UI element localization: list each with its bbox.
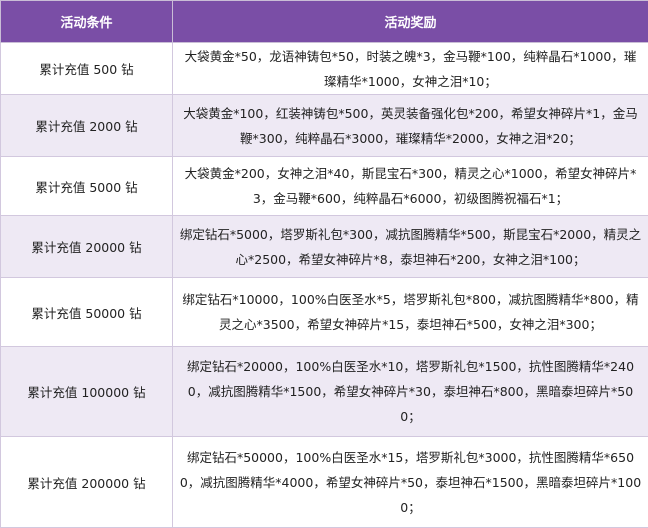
reward-cell: 绑定钻石*5000，塔罗斯礼包*300，减抗图腾精华*500，斯昆宝石*2000…: [173, 216, 648, 278]
table-row: 累计充值 200000 钻 绑定钻石*50000，100%白医圣水*15，塔罗斯…: [1, 437, 648, 528]
header-condition: 活动条件: [1, 1, 173, 43]
table-row: 累计充值 5000 钻 大袋黄金*200，女神之泪*40，斯昆宝石*300，精灵…: [1, 157, 648, 216]
reward-cell: 大袋黄金*200，女神之泪*40，斯昆宝石*300，精灵之心*1000，希望女神…: [173, 157, 648, 216]
condition-cell: 累计充值 200000 钻: [1, 437, 173, 528]
table-row: 累计充值 2000 钻 大袋黄金*100，红装神铸包*500，英灵装备强化包*2…: [1, 95, 648, 157]
condition-cell: 累计充值 50000 钻: [1, 278, 173, 347]
reward-table: 活动条件 活动奖励 累计充值 500 钻 大袋黄金*50，龙语神铸包*50，时装…: [0, 0, 648, 528]
condition-cell: 累计充值 100000 钻: [1, 347, 173, 437]
table-row: 累计充值 20000 钻 绑定钻石*5000，塔罗斯礼包*300，减抗图腾精华*…: [1, 216, 648, 278]
table-row: 累计充值 100000 钻 绑定钻石*20000，100%白医圣水*10，塔罗斯…: [1, 347, 648, 437]
table-row: 累计充值 500 钻 大袋黄金*50，龙语神铸包*50，时装之魄*3，金马鞭*1…: [1, 43, 648, 95]
condition-cell: 累计充值 20000 钻: [1, 216, 173, 278]
table-header-row: 活动条件 活动奖励: [1, 1, 648, 43]
condition-cell: 累计充值 2000 钻: [1, 95, 173, 157]
header-reward: 活动奖励: [173, 1, 648, 43]
condition-cell: 累计充值 500 钻: [1, 43, 173, 95]
table-row: 累计充值 50000 钻 绑定钻石*10000，100%白医圣水*5，塔罗斯礼包…: [1, 278, 648, 347]
reward-cell: 大袋黄金*100，红装神铸包*500，英灵装备强化包*200，希望女神碎片*1，…: [173, 95, 648, 157]
reward-cell: 绑定钻石*50000，100%白医圣水*15，塔罗斯礼包*3000，抗性图腾精华…: [173, 437, 648, 528]
reward-cell: 绑定钻石*20000，100%白医圣水*10，塔罗斯礼包*1500，抗性图腾精华…: [173, 347, 648, 437]
reward-cell: 大袋黄金*50，龙语神铸包*50，时装之魄*3，金马鞭*100，纯粹晶石*100…: [173, 43, 648, 95]
reward-cell: 绑定钻石*10000，100%白医圣水*5，塔罗斯礼包*800，减抗图腾精华*8…: [173, 278, 648, 347]
condition-cell: 累计充值 5000 钻: [1, 157, 173, 216]
